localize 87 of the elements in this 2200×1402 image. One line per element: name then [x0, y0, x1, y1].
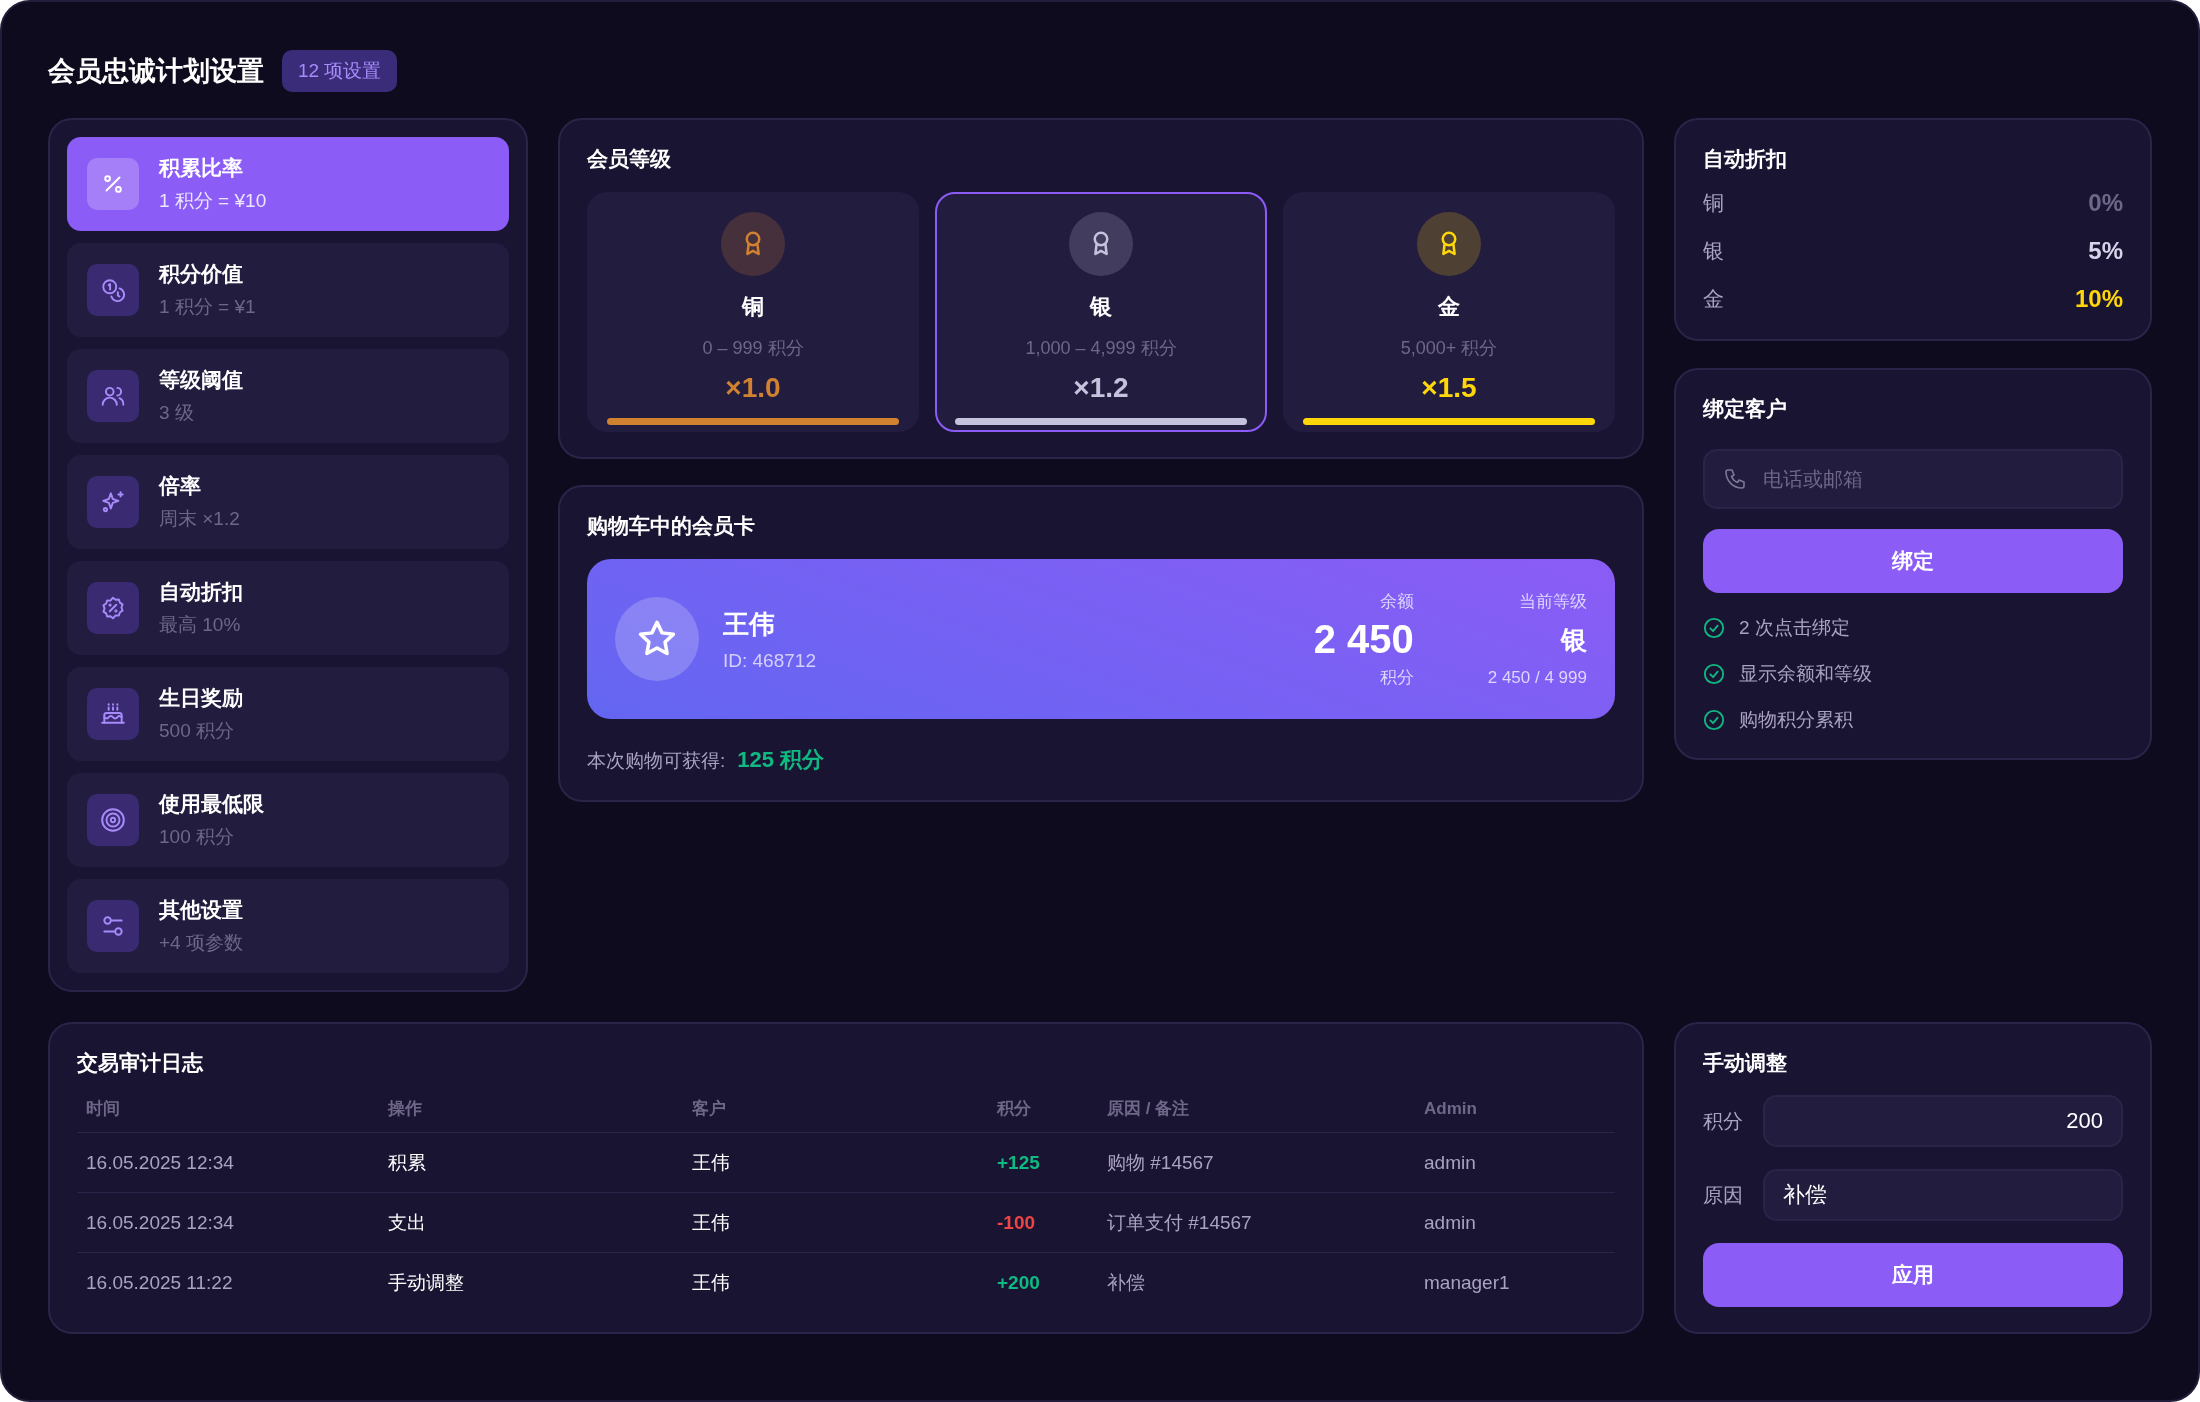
earn-value: 125 积分	[737, 746, 825, 774]
balance-label: 余额	[1379, 590, 1414, 613]
settings-item[interactable]: 自动折扣 最高 10%	[67, 561, 509, 655]
table-cell-text: 16.05.2025 11:22	[85, 1272, 234, 1294]
settings-item[interactable]: 积分价值 1 积分 = ¥1	[67, 243, 509, 337]
column-header: 客户	[691, 1098, 727, 1120]
column-header: 积分	[995, 1098, 1032, 1120]
table-cell-text: 16.05.2025 12:34	[85, 1151, 235, 1174]
table-cell-text: +125	[996, 1151, 1041, 1174]
discount-value: 10%	[2074, 285, 2123, 313]
settings-item[interactable]: 倍率 周末 ×1.2	[67, 455, 509, 549]
settings-item[interactable]: 使用最低限 100 积分	[67, 773, 509, 867]
table-cell-text: 订单支付 #14567	[1106, 1210, 1253, 1235]
panel-title: 交易审计日志	[77, 1050, 204, 1076]
tier-multiplier: ×1.2	[1073, 372, 1129, 404]
check-circle-icon	[1703, 709, 1725, 731]
phone-email-field[interactable]: 电话或邮箱	[1703, 449, 2123, 509]
cake-icon	[100, 701, 126, 727]
settings-item[interactable]: 积累比率 1 积分 = ¥10	[67, 137, 509, 231]
table-cell-text: 王伟	[691, 1210, 731, 1235]
table-cell-text: 王伟	[691, 1271, 731, 1295]
panel-title: 购物车中的会员卡	[587, 513, 756, 539]
tier-multiplier: ×1.0	[725, 372, 781, 404]
points-field[interactable]: 200	[1763, 1095, 2123, 1147]
tier-range: 1,000 – 4,999 积分	[1025, 337, 1177, 360]
panel-title: 自动折扣	[1703, 146, 1788, 172]
column-header: 原因 / 备注	[1106, 1098, 1191, 1120]
table-cell-text: -100	[996, 1211, 1037, 1234]
field-label: 原因	[1703, 1182, 1743, 1208]
tier-name-label: 金	[1703, 286, 1724, 312]
panel-title: 会员等级	[587, 146, 672, 172]
target-icon	[100, 807, 126, 833]
discount-value: 5%	[2088, 237, 2123, 265]
sliders-icon	[100, 913, 126, 939]
panel-title: 绑定客户	[1703, 396, 1788, 422]
tier-card[interactable]: 铜 0 – 999 积分 ×1.0	[587, 192, 919, 432]
page-title: 会员忠诚计划设置	[48, 54, 264, 88]
discount-badge-icon	[100, 595, 126, 621]
table-cell-text: 手动调整	[387, 1271, 465, 1295]
tier-range: 0 – 999 积分	[702, 337, 804, 360]
phone-icon	[1723, 467, 1747, 491]
reason-field[interactable]: 补偿	[1763, 1169, 2123, 1221]
table-cell-text: 王伟	[691, 1150, 731, 1175]
member-id: ID: 468712	[723, 649, 817, 672]
table-cell-text: +200	[996, 1272, 1041, 1294]
coins-icon	[100, 277, 126, 303]
tier-name-label: 铜	[1703, 190, 1724, 216]
field-label: 积分	[1703, 1108, 1743, 1134]
feature-text: 显示余额和等级	[1739, 662, 1872, 686]
settings-count-badge: 12 项设置	[282, 49, 398, 92]
column-header: 时间	[85, 1098, 121, 1120]
settings-item[interactable]: 其他设置 +4 项参数	[67, 879, 509, 973]
column-header: Admin	[1423, 1098, 1478, 1119]
tier-name: 金	[1438, 293, 1460, 321]
bind-button[interactable]: 绑定	[1703, 529, 2123, 593]
table-cell-text: 补偿	[1106, 1271, 1146, 1295]
apply-button[interactable]: 应用	[1703, 1243, 2123, 1307]
tier-card[interactable]: 银 1,000 – 4,999 积分 ×1.2	[935, 192, 1267, 432]
settings-item[interactable]: 生日奖励 500 积分	[67, 667, 509, 761]
sparkle-icon	[100, 489, 126, 515]
tier-range: 5,000+ 积分	[1400, 337, 1498, 360]
balance-unit: 积分	[1379, 666, 1414, 689]
table-cell-text: 支出	[387, 1210, 427, 1235]
tier-label: 当前等级	[1519, 591, 1587, 613]
table-cell-text: admin	[1423, 1151, 1477, 1174]
feature-text: 购物积分累积	[1739, 708, 1853, 732]
check-circle-icon	[1703, 663, 1725, 685]
column-header: 操作	[386, 1098, 423, 1120]
table-cell-text: admin	[1423, 1211, 1477, 1234]
table-cell-text: 购物 #14567	[1106, 1150, 1215, 1175]
balance-value: 2 450	[1313, 616, 1414, 662]
current-tier-name: 银	[1561, 624, 1587, 657]
panel-title: 手动调整	[1703, 1050, 1788, 1076]
tier-name: 银	[1090, 293, 1112, 321]
tier-card[interactable]: 金 5,000+ 积分 ×1.5	[1283, 192, 1615, 432]
earn-label: 本次购物可获得:	[587, 749, 726, 773]
tier-multiplier: ×1.5	[1421, 372, 1477, 404]
tier-name-label: 银	[1703, 238, 1724, 264]
feature-text: 2 次点击绑定	[1739, 616, 1850, 640]
settings-item[interactable]: 等级阈值 3 级	[67, 349, 509, 443]
check-circle-icon	[1703, 617, 1725, 639]
tier-name: 铜	[742, 293, 764, 321]
member-name: 王伟	[723, 607, 776, 641]
discount-value: 0%	[2088, 189, 2123, 217]
table-cell-text: 积累	[387, 1150, 427, 1175]
table-cell-text: 16.05.2025 12:34	[85, 1211, 235, 1234]
table-cell-text: manager1	[1423, 1272, 1511, 1294]
